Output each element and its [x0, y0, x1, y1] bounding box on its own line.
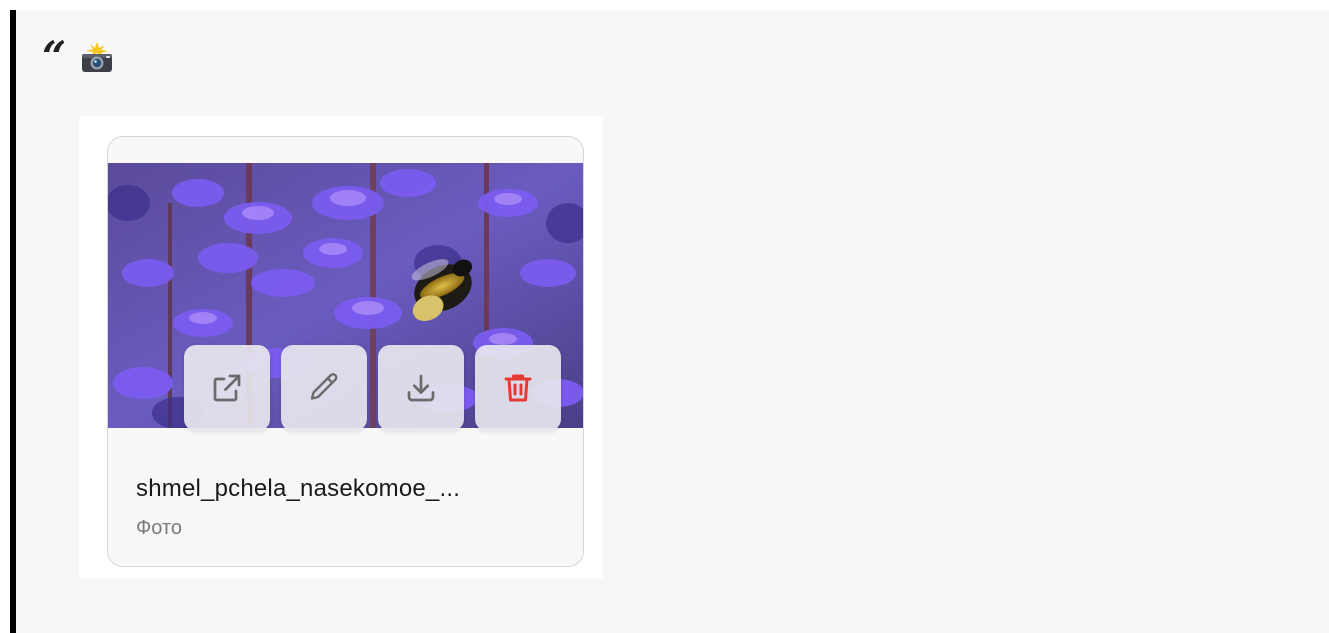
attachment-card[interactable]: shmel_pchela_nasekomoe_... Фото	[107, 136, 584, 567]
trash-icon	[504, 374, 532, 402]
pencil-icon	[310, 373, 338, 400]
delete-button[interactable]	[475, 345, 561, 431]
photo-action-bar	[184, 345, 561, 431]
open-external-button[interactable]	[184, 345, 270, 431]
external-link-icon	[213, 374, 241, 402]
camera-flash-icon	[82, 42, 112, 72]
attachment-file-name: shmel_pchela_nasekomoe_...	[136, 475, 461, 502]
quote-bar	[10, 10, 16, 633]
download-icon	[407, 374, 435, 402]
attachment-file-type: Фото	[136, 517, 182, 539]
edit-button[interactable]	[281, 345, 367, 431]
quote-mark: “	[42, 32, 67, 81]
download-button[interactable]	[378, 345, 464, 431]
